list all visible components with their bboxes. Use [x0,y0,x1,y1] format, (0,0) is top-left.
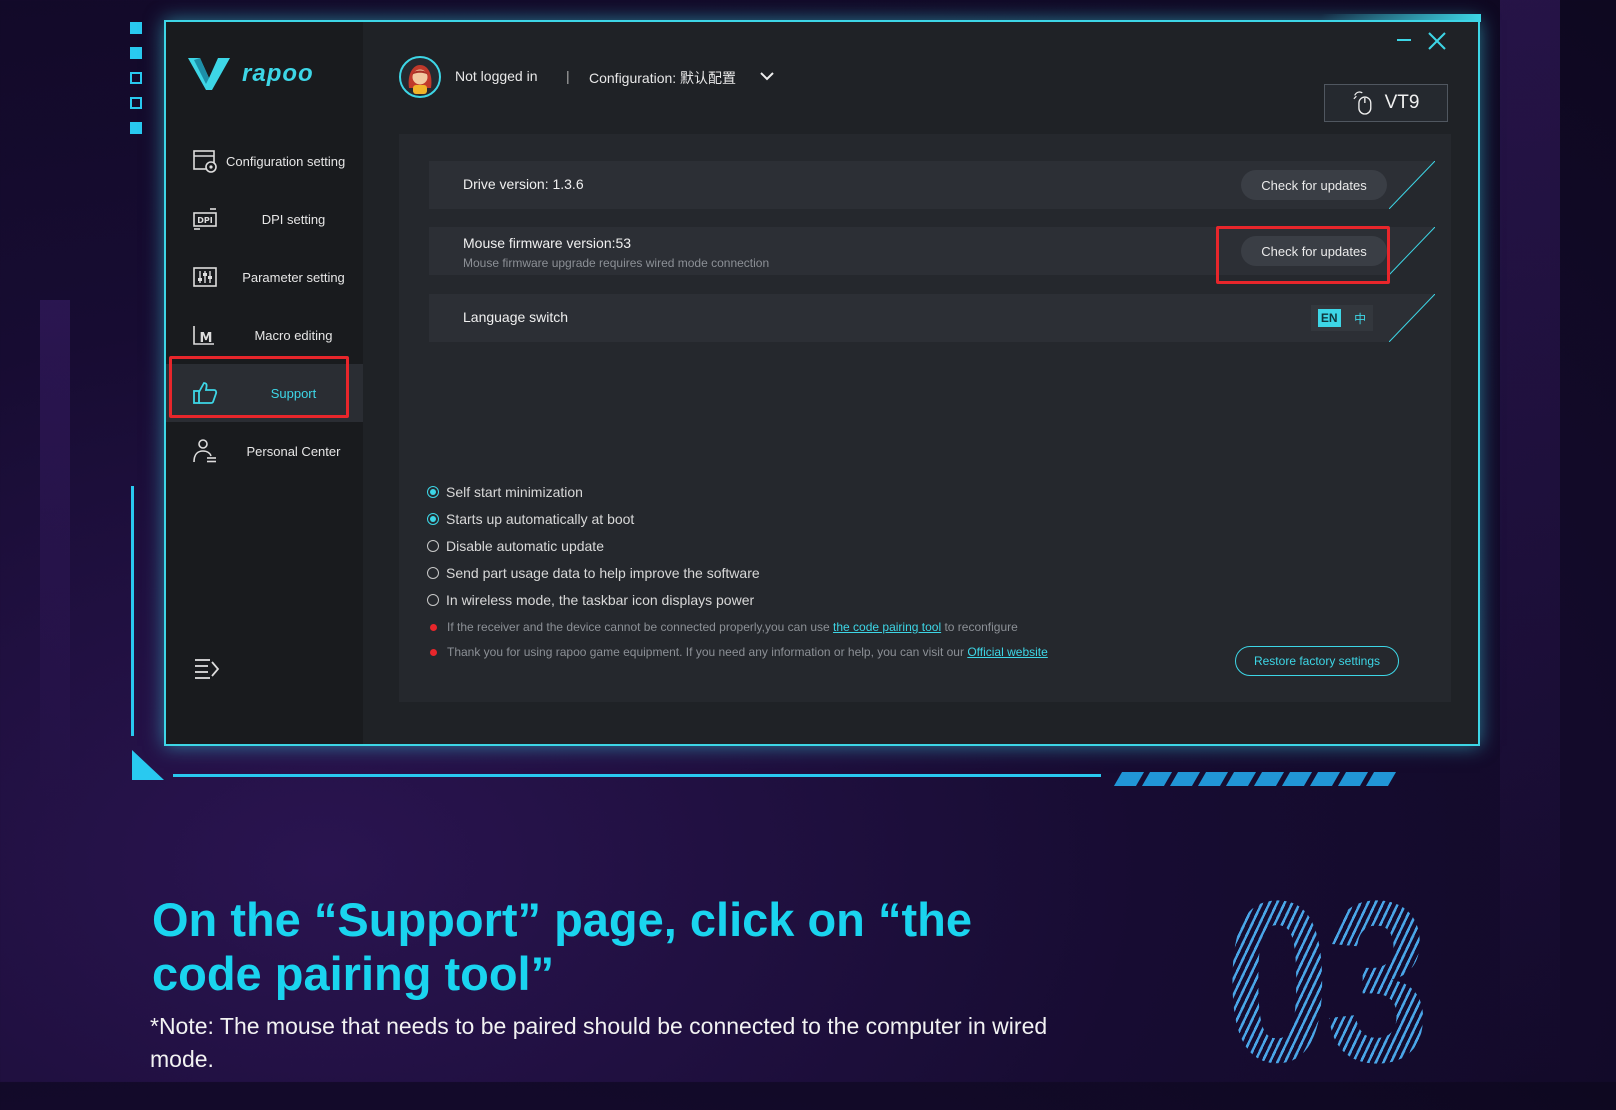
note-text: If the receiver and the device cannot be… [447,620,834,634]
language-toggle[interactable]: EN 中 [1311,305,1373,331]
dpi-icon: DPI [193,208,217,230]
drive-version-text: Drive version: 1.3.6 [463,176,584,192]
background-streak [40,300,70,800]
thanks-note: Thank you for using rapoo game equipment… [430,645,1048,659]
option-taskbar-power-icon[interactable]: In wireless mode, the taskbar icon displ… [427,592,754,608]
note-text: to reconfigure [941,620,1018,634]
sidebar-item-label: Personal Center [246,443,341,459]
note-text: Thank you for using rapoo game equipment… [447,645,968,659]
decorative-squares [130,22,146,147]
row-slant-decoration [1389,227,1435,275]
sidebar-item-dpi[interactable]: DPI DPI setting [166,190,363,248]
collapse-menu-icon[interactable] [194,656,220,680]
row-slant-decoration [1389,294,1435,342]
configuration-icon [193,150,217,173]
brand-logo: rapoo [188,56,314,92]
option-label: Disable automatic update [446,538,604,554]
brand-name: rapoo [242,60,314,87]
language-switch-label: Language switch [463,309,569,325]
background-streak [1500,0,1560,1082]
restore-factory-settings-button[interactable]: Restore factory settings [1235,646,1399,676]
device-name: VT9 [1384,92,1420,113]
sidebar-item-configuration[interactable]: Configuration setting [166,132,363,190]
row-slant-decoration [1389,161,1435,209]
login-status[interactable]: Not logged in [455,68,538,84]
mouse-icon [1352,91,1372,115]
highlight-box [1216,226,1390,284]
pairing-note: If the receiver and the device cannot be… [430,620,1018,634]
macro-icon: M [193,326,214,346]
code-pairing-tool-link[interactable]: the code pairing tool [833,620,941,634]
configuration-selector[interactable]: Configuration: 默认配置 [589,68,736,88]
close-icon[interactable] [1426,30,1448,52]
svg-text:M: M [200,331,213,346]
caption-title: On the “Support” page, click on “the cod… [152,893,972,1000]
option-disable-auto-update[interactable]: Disable automatic update [427,538,604,554]
decorative-stripes [1113,772,1397,786]
radio-checked-icon[interactable] [427,513,439,525]
device-selector-button[interactable]: VT9 [1324,84,1448,122]
language-en-option[interactable]: EN [1317,309,1341,327]
pairing-note-text: If the receiver and the device cannot be… [447,620,1018,634]
check-driver-updates-button[interactable]: Check for updates [1241,170,1387,200]
caption-note: *Note: The mouse that needs to be paired… [150,1013,1048,1072]
radio-unchecked-icon[interactable] [427,567,439,579]
option-start-at-boot[interactable]: Starts up automatically at boot [427,511,634,527]
header: Not logged in | Configuration: 默认配置 VT9 [363,22,1478,132]
radio-checked-icon[interactable] [427,486,439,498]
decorative-line [173,774,1101,777]
sidebar-nav: Configuration setting DPI DPI setting Pa… [166,132,363,480]
thanks-note-text: Thank you for using rapoo game equipment… [447,645,1048,659]
option-label: Starts up automatically at boot [446,511,635,527]
sidebar-item-label: Parameter setting [242,269,345,285]
highlight-box [169,356,349,418]
bullet-dot [430,623,437,631]
sidebar-item-personal-center[interactable]: Personal Center [166,422,363,480]
avatar[interactable] [399,56,441,98]
chevron-down-icon[interactable] [760,71,774,81]
option-label: Send part usage data to help improve the… [446,565,760,581]
user-icon [193,439,216,463]
sidebar-item-label: Macro editing [254,327,333,343]
language-zh-option[interactable]: 中 [1354,310,1366,327]
sliders-icon [193,267,217,287]
radio-unchecked-icon[interactable] [427,540,439,552]
decorative-triangle [132,750,164,780]
sidebar-item-parameter[interactable]: Parameter setting [166,248,363,306]
option-label: In wireless mode, the taskbar icon displ… [446,592,755,608]
radio-unchecked-icon[interactable] [427,594,439,606]
bullet-dot [430,648,437,656]
official-website-link[interactable]: Official website [967,645,1047,659]
firmware-note-text: Mouse firmware upgrade requires wired mo… [463,256,770,270]
rapoo-v-icon [188,58,230,90]
firmware-version-text: Mouse firmware version:53 [463,235,632,251]
decorative-line [131,486,134,736]
sidebar-item-label: DPI setting [261,211,326,227]
sidebar-item-label: Configuration setting [226,153,346,169]
step-number: 03 [1225,867,1471,1097]
option-self-start-minimization[interactable]: Self start minimization [427,484,583,500]
drive-version-row: Drive version: 1.3.6 Check for updates [429,161,1435,209]
window-corner-accent [1321,14,1481,22]
avatar-icon [408,65,432,94]
support-panel: Drive version: 1.3.6 Check for updates M… [399,134,1451,702]
option-label: Self start minimization [446,484,583,500]
app-window: rapoo Configuration setting DPI DPI sett… [164,14,1481,746]
language-switch-row: Language switch EN 中 [429,294,1435,342]
option-send-usage-data[interactable]: Send part usage data to help improve the… [427,565,760,581]
header-separator: | [566,68,570,84]
svg-text:DPI: DPI [197,216,213,225]
minimize-icon[interactable] [1394,30,1414,50]
